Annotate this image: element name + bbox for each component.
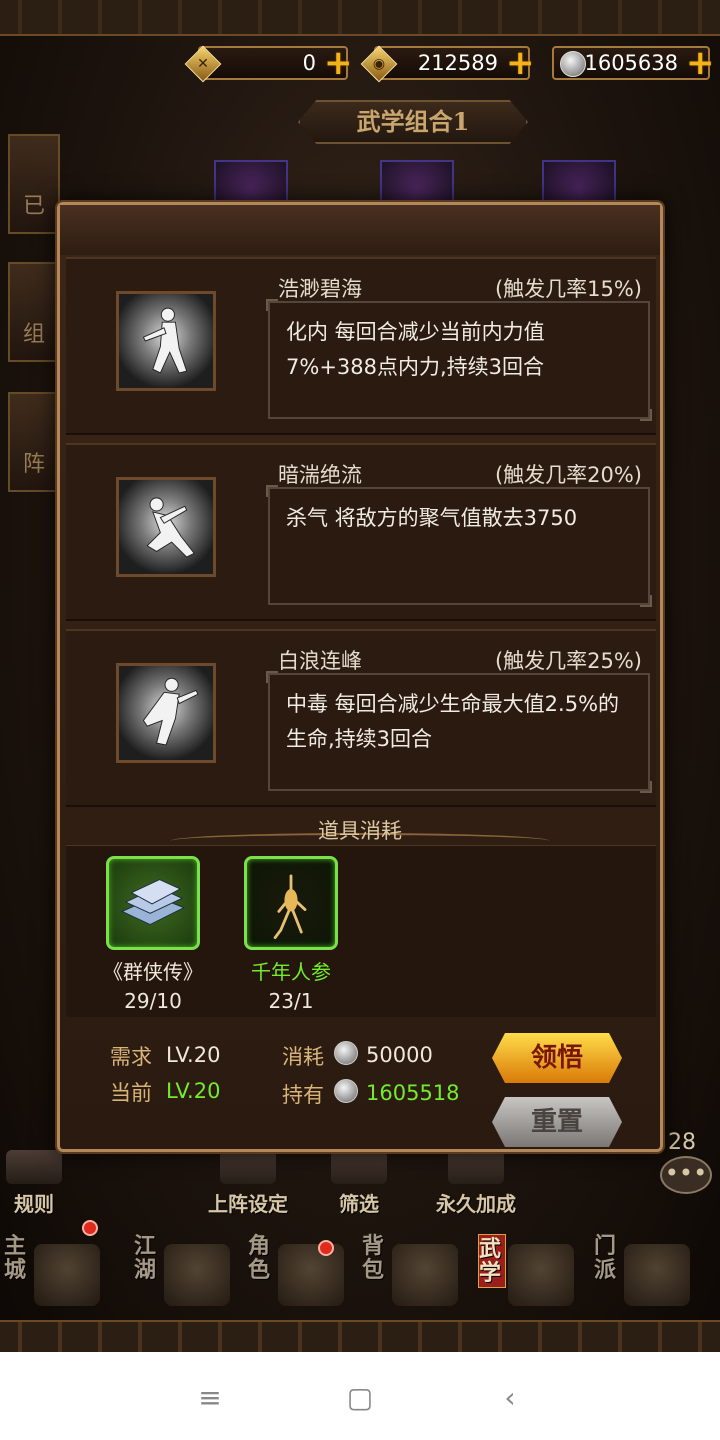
item-count: 23/1 (268, 989, 314, 1013)
current-level-label: 当前 (110, 1081, 152, 1105)
rules-button[interactable]: 规则 (4, 1150, 64, 1216)
cauldron-icon (624, 1244, 690, 1306)
left-tab-2[interactable]: 组 (8, 262, 60, 362)
filter-label: 筛选 (339, 1192, 379, 1216)
nav-character-label: 角色 (248, 1233, 271, 1283)
nav-sect[interactable]: 门派 (590, 1228, 700, 1314)
silver-coin-icon (560, 51, 586, 77)
skill-trigger-rate: (触发几率15%) (494, 277, 642, 301)
martial-scroll-icon (508, 1244, 574, 1306)
left-tab-1[interactable]: 已 (8, 134, 60, 234)
add-jade-button[interactable]: + (506, 46, 535, 80)
skill-trigger-rate: (触发几率25%) (494, 649, 642, 673)
item-book[interactable]: 《群侠传》 29/10 (98, 856, 208, 1013)
combo-title: 武学组合1 (298, 100, 528, 144)
chat-icon[interactable]: ••• (660, 1156, 712, 1194)
ginseng-icon (244, 856, 338, 950)
notification-dot (318, 1240, 334, 1256)
permanent-bonus-button[interactable]: 永久加成 (426, 1150, 526, 1216)
current-level-value: LV.20 (166, 1079, 221, 1103)
silver-coin-icon (334, 1041, 358, 1065)
currency-token-value: 0 (302, 51, 316, 75)
crossed-swords-token-icon: ✕ (184, 45, 222, 83)
item-count: 29/10 (124, 989, 182, 1013)
book-stack-icon (106, 856, 200, 950)
add-token-button[interactable]: + (324, 46, 353, 80)
city-gate-icon (34, 1244, 100, 1306)
lineup-settings-label: 上阵设定 (208, 1192, 288, 1216)
nav-character[interactable]: 角色 (244, 1228, 354, 1314)
permanent-bonus-label: 永久加成 (436, 1192, 516, 1216)
notification-dot (82, 1220, 98, 1236)
skill-description: 中毒 每回合减少生命最大值2.5%的生命,持续3回合 (266, 671, 652, 793)
need-level-value: LV.20 (166, 1043, 221, 1067)
lineup-settings-button[interactable]: 上阵设定 (200, 1150, 296, 1216)
nav-bag[interactable]: 背包 (358, 1228, 468, 1314)
currency-jade: ◉ 212589 + (360, 45, 535, 83)
item-ginseng[interactable]: 千年人参 23/1 (236, 856, 346, 1013)
nav-martial-arts-label: 武学 (478, 1234, 506, 1288)
filter-button[interactable]: 筛选 (328, 1150, 390, 1216)
currency-silver-value: 1605638 (584, 51, 678, 75)
flag-icon (164, 1244, 230, 1306)
skill-row: 暗湍绝流 (触发几率20%) 杀气 将敌方的聚气值散去3750 (66, 443, 656, 621)
skill-description: 化内 每回合减少当前内力值7%+388点内力,持续3回合 (266, 299, 652, 421)
back-icon[interactable]: ‹ (490, 1378, 530, 1418)
currency-jade-value: 212589 (417, 51, 498, 75)
dialog-header (60, 205, 660, 255)
nav-jianghu-label: 江湖 (134, 1233, 157, 1283)
cards-icon (220, 1150, 276, 1184)
home-icon[interactable]: ▢ (340, 1378, 380, 1418)
add-silver-button[interactable]: + (686, 46, 715, 80)
item-name: 《群侠传》 (103, 960, 203, 984)
learn-button[interactable]: 领悟 (492, 1033, 622, 1083)
filter-icon (331, 1150, 387, 1184)
bottom-ornament-band (0, 1320, 720, 1352)
skill-description: 杀气 将敌方的聚气值散去3750 (266, 485, 652, 607)
hold-value: 1605518 (366, 1081, 460, 1105)
items-panel: 《群侠传》 29/10 千年人参 23/1 (66, 845, 656, 1017)
menu-icon[interactable]: ≡ (190, 1378, 230, 1418)
need-level-label: 需求 (110, 1045, 152, 1069)
character-scroll-icon (278, 1244, 344, 1306)
scroll-icon (6, 1150, 62, 1184)
silver-coin-icon (334, 1079, 358, 1103)
nav-martial-arts[interactable]: 武学 (474, 1228, 584, 1314)
system-navigation-bar: ≡ ▢ ‹ (0, 1352, 720, 1440)
bag-icon (392, 1244, 458, 1306)
bonus-icon (448, 1150, 504, 1184)
items-consumption-title: 道具消耗 (318, 819, 402, 843)
jade-coin-icon: ◉ (360, 45, 398, 83)
item-name: 千年人参 (251, 960, 331, 984)
left-tab-3[interactable]: 阵 (8, 392, 60, 492)
skill-name: 白浪连峰 (278, 649, 362, 673)
skill-fighter-icon[interactable] (116, 477, 216, 577)
reset-button[interactable]: 重置 (492, 1097, 622, 1147)
skill-fighter-icon[interactable] (116, 663, 216, 763)
hold-label: 持有 (282, 1083, 324, 1107)
nav-bag-label: 背包 (362, 1233, 385, 1283)
skill-trigger-rate: (触发几率20%) (494, 463, 642, 487)
currency-silver: 1605638 + (552, 46, 715, 80)
rules-label: 规则 (14, 1192, 54, 1216)
skill-row: 白浪连峰 (触发几率25%) 中毒 每回合减少生命最大值2.5%的生命,持续3回… (66, 629, 656, 807)
cost-label: 消耗 (282, 1045, 324, 1069)
cost-value: 50000 (366, 1043, 433, 1067)
skill-name: 浩渺碧海 (278, 277, 362, 301)
nav-main-city-label: 主城 (4, 1233, 27, 1283)
currency-token: ✕ 0 + (184, 45, 353, 83)
skill-fighter-icon[interactable] (116, 291, 216, 391)
nav-sect-label: 门派 (594, 1233, 617, 1283)
skill-name: 暗湍绝流 (278, 463, 362, 487)
top-ornament-band (0, 0, 720, 36)
nav-jianghu[interactable]: 江湖 (130, 1228, 240, 1314)
skill-combo-dialog: 浩渺碧海 (触发几率15%) 化内 每回合减少当前内力值7%+388点内力,持续… (57, 202, 663, 1152)
chat-count-badge: 28 (668, 1130, 696, 1155)
skill-row: 浩渺碧海 (触发几率15%) 化内 每回合减少当前内力值7%+388点内力,持续… (66, 257, 656, 435)
nav-main-city[interactable]: 主城 (0, 1220, 110, 1314)
